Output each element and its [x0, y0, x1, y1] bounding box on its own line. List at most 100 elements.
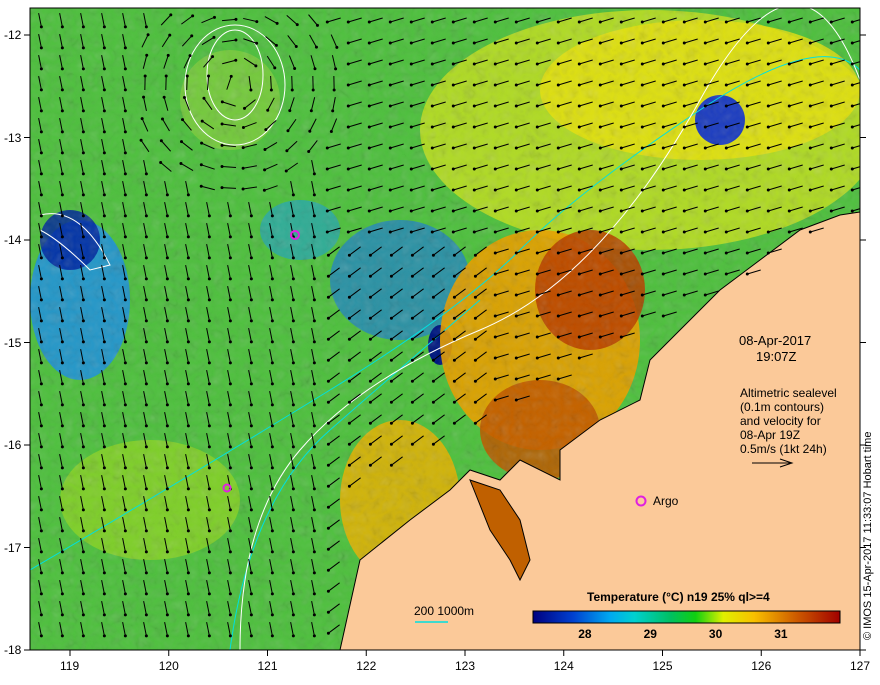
arrow-head	[809, 210, 812, 213]
arrow-head	[61, 508, 64, 511]
arrow-head	[809, 168, 812, 171]
arrow-head	[851, 126, 854, 129]
arrow-head	[725, 84, 728, 87]
arrow-head	[410, 189, 413, 192]
arrow-head	[40, 424, 43, 427]
arrow-head	[229, 634, 232, 637]
arrow-head	[390, 380, 393, 383]
arrow-head	[316, 24, 319, 27]
arrow-head	[348, 380, 351, 383]
arrow-head	[40, 151, 43, 154]
arrow-head	[292, 319, 295, 322]
arrow-head	[578, 168, 581, 171]
arrow-head	[255, 20, 258, 23]
arrow-head	[830, 168, 833, 171]
arrow-head	[788, 231, 791, 234]
arrow-head	[746, 126, 749, 129]
arrow-head	[250, 466, 253, 469]
arrow-head	[166, 466, 169, 469]
arrow-head	[187, 424, 190, 427]
arrow-head	[61, 109, 64, 112]
arrow-head	[536, 168, 539, 171]
arrow-head	[103, 109, 106, 112]
arrow-head	[473, 21, 476, 24]
arrow-head	[229, 445, 232, 448]
arrow-head	[326, 21, 329, 24]
arrow-head	[557, 336, 560, 339]
arrow-head	[187, 634, 190, 637]
arrow-head	[179, 162, 182, 165]
arrow-head	[494, 42, 497, 45]
arrow-head	[292, 466, 295, 469]
arrow-head	[683, 84, 686, 87]
arrow-head	[82, 487, 85, 490]
arrow-head	[124, 340, 127, 343]
arrow-head	[662, 189, 665, 192]
arrow-head	[431, 210, 434, 213]
arrow-head	[704, 294, 707, 297]
arrow-head	[263, 148, 266, 151]
arrow-head	[82, 298, 85, 301]
arrow-head	[103, 466, 106, 469]
arrow-head	[557, 231, 560, 234]
arrow-head	[103, 235, 106, 238]
arrow-head	[746, 189, 749, 192]
arrow-head	[662, 294, 665, 297]
arrow-head	[124, 361, 127, 364]
arrow-head	[250, 487, 253, 490]
arrow-head	[82, 508, 85, 511]
arrow-head	[536, 84, 539, 87]
arrow-head	[124, 550, 127, 553]
arrow-head	[746, 21, 749, 24]
arrow-head	[271, 466, 274, 469]
arrow-head	[662, 147, 665, 150]
arrow-head	[263, 168, 266, 171]
arrow-head	[61, 256, 64, 259]
arrow-head	[389, 84, 392, 87]
arrow-head	[292, 214, 295, 217]
arrow-head	[746, 105, 749, 108]
arrow-head	[725, 63, 728, 66]
lon-tick-label: 120	[159, 659, 179, 673]
arrow-head	[578, 63, 581, 66]
arrow-head	[242, 146, 245, 149]
arrow-head	[82, 634, 85, 637]
arrow-head	[250, 214, 253, 217]
arrow-head	[599, 315, 602, 318]
arrow-head	[851, 63, 854, 66]
arrow-head	[515, 63, 518, 66]
arrow-head	[536, 147, 539, 150]
arrow-head	[767, 231, 770, 234]
arrow-head	[40, 46, 43, 49]
arrow-head	[145, 508, 148, 511]
arrow-head	[40, 67, 43, 70]
arrow-head	[103, 172, 106, 175]
arrow-head	[620, 105, 623, 108]
arrow-head	[166, 487, 169, 490]
arrow-head	[103, 340, 106, 343]
arrow-head	[453, 338, 456, 341]
arrow-head	[40, 172, 43, 175]
map-date: 08-Apr-2017	[739, 333, 811, 348]
arrow-head	[432, 422, 435, 425]
arrow-head	[788, 189, 791, 192]
arrow-head	[578, 42, 581, 45]
arrow-head	[61, 445, 64, 448]
arrow-head	[180, 140, 183, 143]
arrow-head	[830, 42, 833, 45]
arrow-head	[271, 508, 274, 511]
arrow-head	[313, 571, 316, 574]
arrow-head	[250, 403, 253, 406]
arrow-head	[293, 67, 296, 70]
arrow-head	[662, 231, 665, 234]
arrow-head	[159, 161, 162, 164]
arrow-head	[347, 168, 350, 171]
arrow-head	[271, 319, 274, 322]
arrow-head	[145, 571, 148, 574]
arrow-head	[620, 21, 623, 24]
arrow-head	[208, 571, 211, 574]
arrow-head	[578, 21, 581, 24]
arrow-head	[61, 634, 64, 637]
arrow-head	[313, 298, 316, 301]
arrow-head	[124, 67, 127, 70]
